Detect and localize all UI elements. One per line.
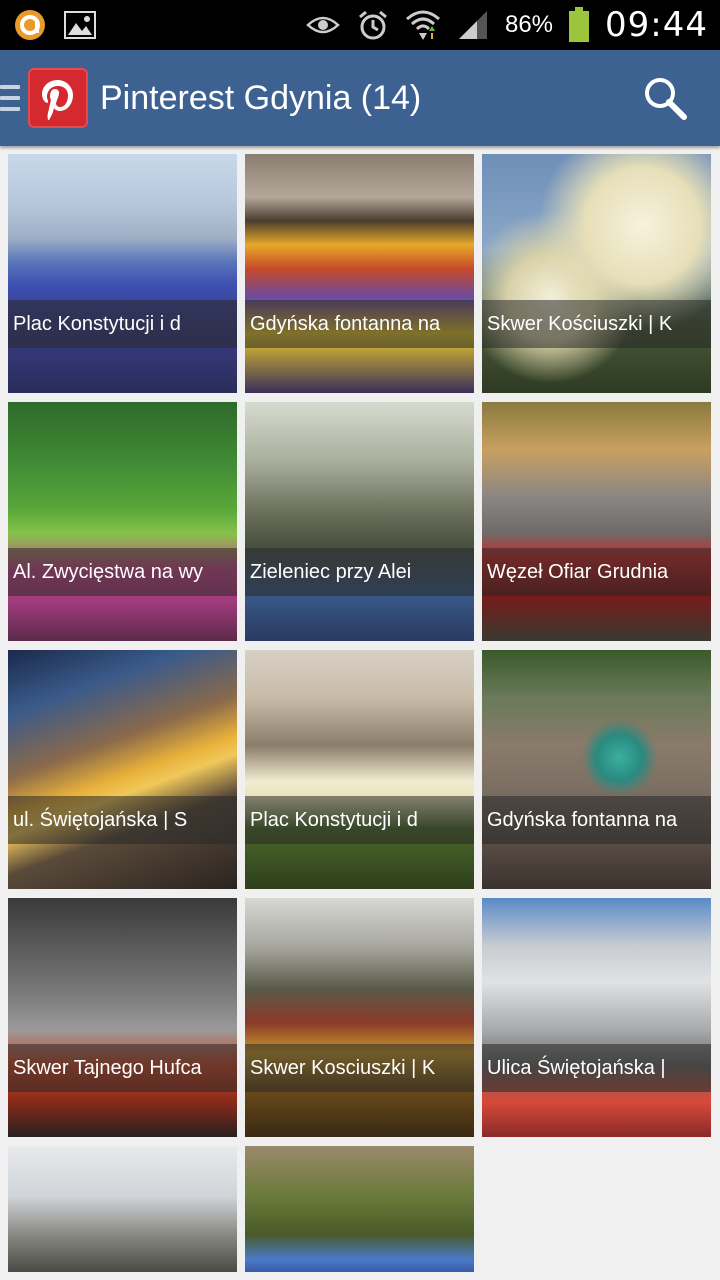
pin-image bbox=[8, 898, 237, 1137]
pin-caption: Al. Zwycięstwa na wy bbox=[8, 548, 237, 596]
status-bar: 86% 09:44 bbox=[0, 0, 720, 50]
pin-tile[interactable]: Skwer Tajnego Hufca bbox=[8, 898, 237, 1137]
action-bar: Pinterest Gdynia (14) bbox=[0, 50, 720, 146]
pin-caption: ul. Świętojańska | S bbox=[8, 796, 237, 844]
alarm-icon bbox=[355, 7, 391, 43]
pin-image bbox=[8, 154, 237, 393]
pin-image bbox=[245, 402, 474, 641]
wifi-icon bbox=[405, 7, 441, 43]
pin-caption: Gdyńska fontanna na bbox=[482, 796, 711, 844]
pin-tile[interactable]: Ulica Świętojańska | bbox=[482, 898, 711, 1137]
image-notification-icon bbox=[62, 7, 98, 43]
pin-tile[interactable]: Skwer Kościuszki | K bbox=[482, 154, 711, 393]
pin-caption: Plac Konstytucji i d bbox=[245, 796, 474, 844]
pin-caption: Skwer Tajnego Hufca bbox=[8, 1044, 237, 1092]
pin-image bbox=[482, 650, 711, 889]
clock: 09:44 bbox=[605, 5, 708, 45]
app-notification-icon bbox=[12, 7, 48, 43]
pin-tile[interactable]: ul. Świętojańska | S bbox=[8, 650, 237, 889]
pin-image bbox=[8, 402, 237, 641]
pin-image bbox=[482, 402, 711, 641]
pin-image bbox=[245, 650, 474, 889]
pin-caption: Plac Konstytucji i d bbox=[8, 300, 237, 348]
eye-icon bbox=[305, 7, 341, 43]
pin-image bbox=[245, 1146, 474, 1272]
pin-caption: Ulica Świętojańska | bbox=[482, 1044, 711, 1092]
pin-image bbox=[8, 1146, 237, 1272]
pin-image bbox=[8, 650, 237, 889]
pin-tile[interactable]: Gdyńska fontanna na bbox=[245, 154, 474, 393]
pin-tile[interactable]: Skwer Kosciuszki | K bbox=[245, 898, 474, 1137]
pin-caption: Skwer Kościuszki | K bbox=[482, 300, 711, 348]
pin-caption: Skwer Kosciuszki | K bbox=[245, 1044, 474, 1092]
pin-image bbox=[482, 898, 711, 1137]
pin-tile[interactable]: Gdyńska fontanna na bbox=[482, 650, 711, 889]
pin-tile[interactable]: Plac Konstytucji i d bbox=[245, 650, 474, 889]
pin-tile[interactable] bbox=[8, 1146, 237, 1272]
pin-tile[interactable]: Zieleniec przy Alei bbox=[245, 402, 474, 641]
signal-icon bbox=[455, 7, 491, 43]
battery-icon bbox=[567, 7, 591, 43]
pin-tile[interactable]: Plac Konstytucji i d bbox=[8, 154, 237, 393]
pin-grid: Plac Konstytucji i d Gdyńska fontanna na… bbox=[8, 154, 712, 1272]
pin-caption: Węzeł Ofiar Grudnia bbox=[482, 548, 711, 596]
drawer-icon[interactable] bbox=[0, 83, 20, 113]
page-title: Pinterest Gdynia (14) bbox=[100, 78, 422, 117]
pin-image bbox=[482, 154, 711, 393]
pinterest-logo-icon[interactable] bbox=[28, 68, 88, 128]
pin-tile[interactable] bbox=[245, 1146, 474, 1272]
search-icon[interactable] bbox=[640, 73, 690, 123]
pin-tile[interactable]: Węzeł Ofiar Grudnia bbox=[482, 402, 711, 641]
pin-image bbox=[245, 154, 474, 393]
pin-tile[interactable]: Al. Zwycięstwa na wy bbox=[8, 402, 237, 641]
pin-caption: Zieleniec przy Alei bbox=[245, 548, 474, 596]
pin-caption: Gdyńska fontanna na bbox=[245, 300, 474, 348]
pin-image bbox=[245, 898, 474, 1137]
battery-percent: 86% bbox=[504, 11, 554, 38]
